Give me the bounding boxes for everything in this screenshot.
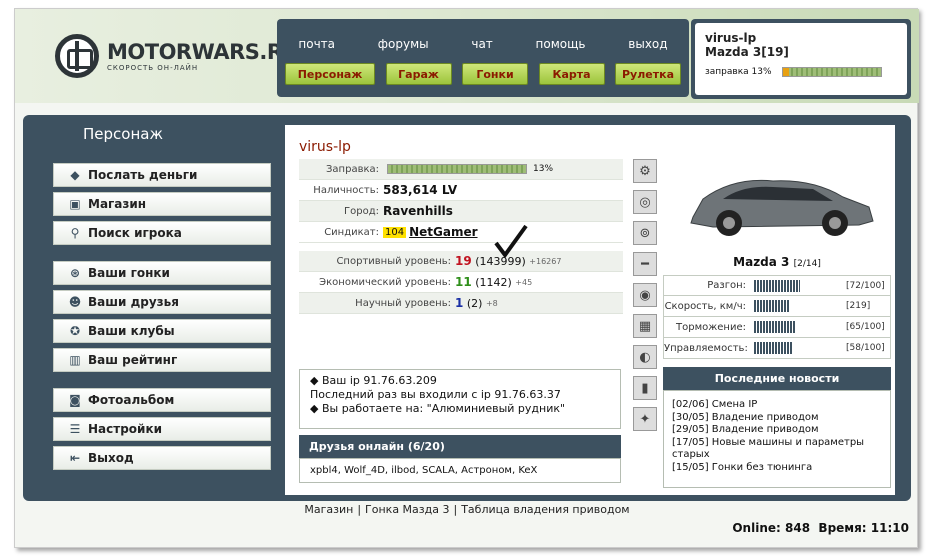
tools-icon[interactable]: ✦ [633, 407, 657, 431]
friends-icon: ☻ [68, 295, 82, 309]
friends-title: Друзья онлайн (6/20) [299, 435, 621, 458]
profile-fuel-bar [387, 164, 527, 174]
fuel-label: заправка 13% [705, 67, 772, 77]
car-panel: Mazda 3 [2/14] Разгон: [72/100] Скорость,… [663, 159, 891, 488]
footer-link-shop[interactable]: Магазин [300, 503, 357, 516]
news-item[interactable]: [02/06] Смена IP [672, 399, 882, 412]
nav-forums[interactable]: форумы [378, 37, 429, 51]
profile-name: virus-lp [299, 139, 351, 155]
sidebar-item-your-races[interactable]: ⊛ Ваши гонки [53, 261, 271, 285]
fuel-bar [781, 67, 882, 77]
nav-mail[interactable]: почта [298, 37, 335, 51]
tuning-icons: ⚙ ◎ ⊚ ━ ◉ ▦ ◐ ▮ ✦ [633, 159, 659, 438]
sidebar-item-your-clubs[interactable]: ✪ Ваши клубы [53, 319, 271, 343]
syndicate-link[interactable]: NetGamer [409, 225, 477, 239]
brakes-icon[interactable]: ⊚ [633, 221, 657, 245]
tire-icon[interactable]: ◎ [633, 190, 657, 214]
news-title: Последние новости [663, 367, 891, 390]
friends-online: Друзья онлайн (6/20) xpbl4, Wolf_4D, ilb… [299, 435, 621, 483]
ip-info-box: ◆ Ваш ip 91.76.63.209 Последний раз вы в… [299, 369, 621, 429]
online-count: 848 [785, 521, 811, 535]
map-button[interactable]: Карта [538, 63, 605, 85]
exhaust-icon[interactable]: ━ [633, 252, 657, 276]
rating-icon: ▥ [69, 353, 81, 367]
nitro-icon[interactable]: ▮ [633, 376, 657, 400]
status-bar: Online: 848 Время: 11:10 [732, 521, 909, 535]
username[interactable]: virus-lp [705, 31, 897, 45]
friends-list[interactable]: xpbl4, Wolf_4D, ilbod, SCALA, Астроном, … [299, 458, 621, 483]
shop-icon: ▣ [69, 197, 81, 211]
sidebar-item-exit[interactable]: ⇤ Выход [53, 446, 271, 470]
wheel-icon[interactable]: ◉ [633, 283, 657, 307]
nav-chat[interactable]: чат [471, 37, 492, 51]
sidebar-item-send-money[interactable]: ◆ Послать деньги [53, 163, 271, 187]
stat-bar-speed [754, 300, 838, 312]
stat-bar-braking [754, 321, 838, 333]
sidebar-item-your-rating[interactable]: ▥ Ваш рейтинг [53, 348, 271, 372]
sidebar-item-photo-album[interactable]: ◙ Фотоальбом [53, 388, 271, 412]
city-value: Ravenhills [383, 204, 453, 218]
logo-title: MOTORWARS.RU [107, 40, 300, 64]
sidebar-item-your-friends[interactable]: ☻ Ваши друзья [53, 290, 271, 314]
settings-icon: ☰ [69, 422, 81, 436]
nav-help[interactable]: помощь [536, 37, 586, 51]
news-item[interactable]: [15/05] Гонки без тюнинга [672, 462, 882, 475]
footer-link-drive-table[interactable]: Таблица владения приводом [457, 503, 633, 516]
engine-icon[interactable]: ▦ [633, 314, 657, 338]
steering-wheel-icon: ⊛ [69, 266, 81, 280]
sidebar-item-search-player[interactable]: ⚲ Поиск игрока [53, 221, 271, 245]
content-area: virus-lp Заправка: 13% Наличность: 583,614… [285, 125, 895, 495]
car-stats: Разгон: [72/100] Скорость, км/ч: [219] Тор… [663, 275, 891, 359]
car-image[interactable] [663, 159, 889, 249]
user-car: Mazda 3[19] [705, 45, 789, 59]
nav-exit[interactable]: выход [628, 37, 667, 51]
logo-icon [55, 34, 99, 78]
clubs-icon: ✪ [69, 324, 81, 338]
syndicate-badge: 104 [383, 226, 407, 238]
news-item[interactable]: [29/05] Владение приводом [672, 424, 882, 437]
news-item[interactable]: [30/05] Владение приводом [672, 412, 882, 425]
cash-value: 583,614 LV [383, 183, 458, 197]
user-panel: virus-lp Mazda 3[19] заправка 13% [691, 19, 911, 99]
turbo-icon[interactable]: ◐ [633, 345, 657, 369]
sidebar-item-settings[interactable]: ☰ Настройки [53, 417, 271, 441]
character-button[interactable]: Персонаж [285, 63, 375, 85]
header: MOTORWARS.RU СКОРОСТЬ ОН-ЛАЙН почта фору… [15, 9, 919, 103]
main-navigation: почта форумы чат помощь выход Персонаж Г… [277, 19, 689, 97]
garage-button[interactable]: Гараж [385, 63, 452, 85]
sidebar-menu: ◆ Послать деньги ▣ Магазин ⚲ Поиск игрока ⊛… [53, 163, 271, 475]
checkmark-icon [494, 224, 528, 259]
logo-subtitle: СКОРОСТЬ ОН-ЛАЙН [107, 64, 199, 72]
game-window: MOTORWARS.RU СКОРОСТЬ ОН-ЛАЙН почта фору… [14, 8, 919, 548]
news-list: [02/06] Смена IP [30/05] Владение привод… [663, 390, 891, 488]
footer-link-race[interactable]: Гонка Мазда 3 [361, 503, 453, 516]
footer-links: Магазин | Гонка Мазда 3 | Таблица владения п… [15, 503, 919, 516]
roulette-button[interactable]: Рулетка [615, 63, 681, 85]
camera-icon: ◙ [69, 393, 81, 407]
stat-bar-handling [754, 342, 838, 354]
search-icon: ⚲ [70, 226, 80, 240]
profile-info: Заправка: 13% Наличность: 583,614 LV Город… [299, 159, 623, 243]
logo[interactable]: MOTORWARS.RU СКОРОСТЬ ОН-ЛАЙН [55, 31, 300, 81]
server-time: 11:10 [870, 521, 909, 535]
sidebar-title: Персонаж [83, 125, 163, 143]
sidebar-item-shop[interactable]: ▣ Магазин [53, 192, 271, 216]
stat-bar-acceleration [754, 279, 838, 292]
car-name: Mazda 3 [2/14] [733, 255, 821, 269]
suspension-icon[interactable]: ⚙ [633, 159, 657, 183]
races-button[interactable]: Гонки [462, 63, 528, 85]
exit-icon: ⇤ [69, 451, 81, 465]
news-item[interactable]: [17/05] Новые машины и параметры старых [672, 437, 882, 462]
main-panel: Персонаж ◆ Послать деньги ▣ Магазин ⚲ Поиск… [23, 115, 911, 501]
levels-table: Спортивный уровень: 19 (143999) +16267 Эк… [299, 251, 623, 314]
money-icon: ◆ [70, 168, 80, 182]
